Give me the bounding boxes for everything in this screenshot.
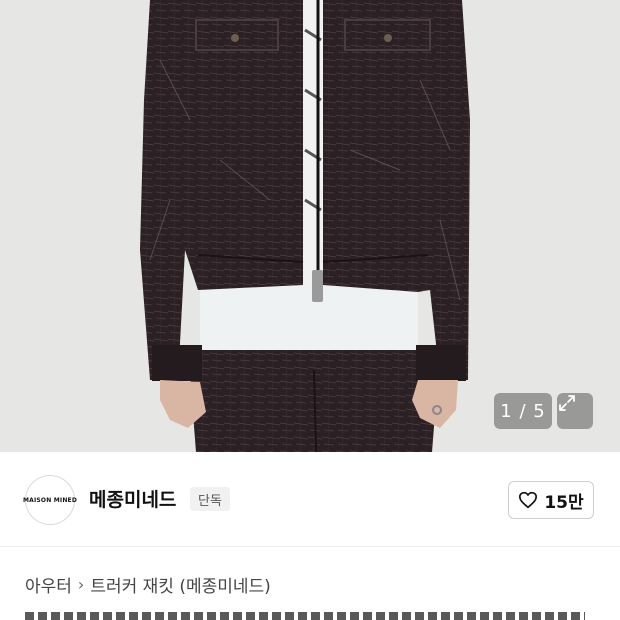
breadcrumb-item[interactable]: 트러커 재킷 (메종미네드) (90, 572, 270, 597)
like-button[interactable]: 15만 (508, 481, 594, 519)
image-page-counter: 1 / 5 (494, 393, 552, 429)
chevron-right-icon: › (77, 575, 85, 594)
product-title-partial (25, 612, 585, 620)
breadcrumb: 아우터 › 트러커 재킷 (메종미네드) (25, 572, 271, 597)
image-counter-text: 1 / 5 (500, 400, 546, 422)
exclusive-badge: 단독 (190, 487, 230, 511)
breadcrumb-category[interactable]: 아우터 (25, 572, 72, 597)
expand-image-button[interactable] (557, 393, 593, 429)
like-count: 15만 (544, 492, 584, 513)
brand-logo[interactable]: MAISON MINED (22, 475, 78, 525)
heart-outline-icon (519, 491, 538, 509)
brand-name[interactable]: 메종미네드 (89, 485, 176, 512)
product-photo-illustration (140, 0, 470, 452)
brand-logo-text: MAISON MINED (22, 496, 78, 504)
product-image[interactable]: 1 / 5 (0, 0, 620, 452)
expand-arrows-icon (559, 395, 575, 411)
brand-row: MAISON MINED 메종미네드 단독 15만 (0, 452, 620, 547)
